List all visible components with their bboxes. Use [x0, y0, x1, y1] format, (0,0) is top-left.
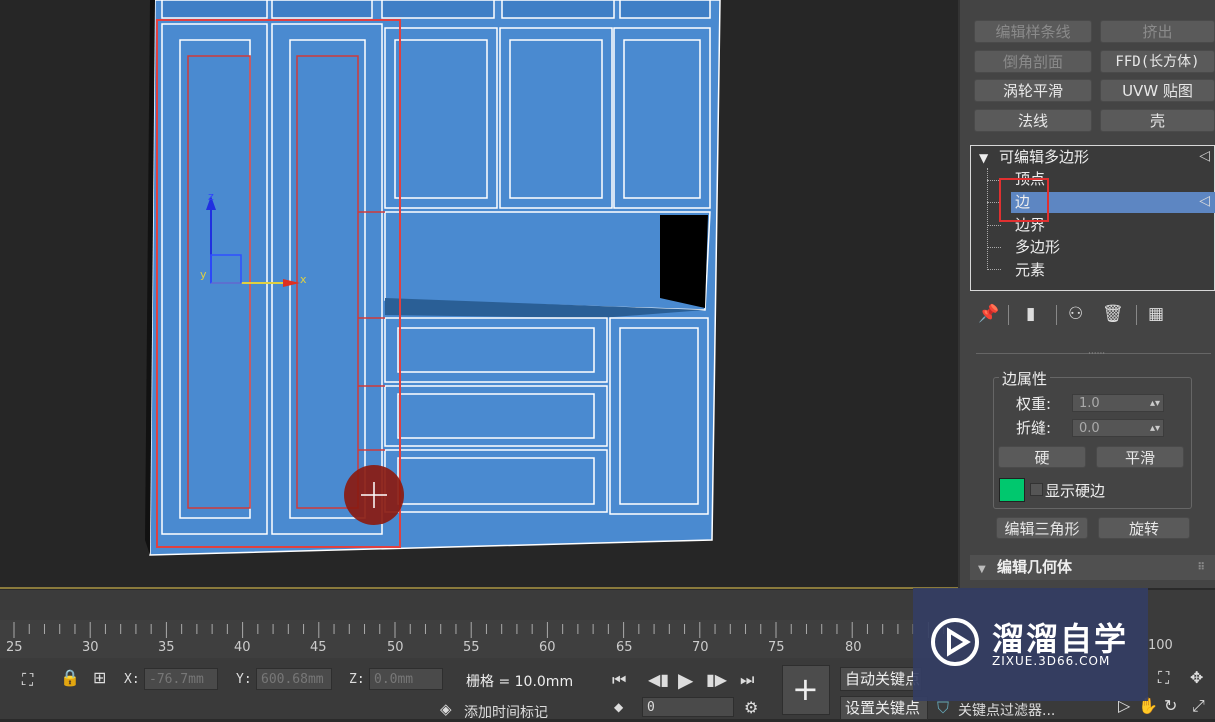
z-coordinate-field[interactable]: 0.0mm: [369, 668, 443, 690]
weight-label: 权重:: [1016, 395, 1052, 413]
tree-branch: [987, 269, 1001, 270]
remove-modifier-icon[interactable]: 🗑: [1102, 304, 1124, 324]
svg-text:z: z: [208, 190, 214, 203]
ruler-label: 50: [387, 640, 404, 655]
x-label: X:: [124, 672, 140, 687]
modifier-button-uvw-map[interactable]: UVW 贴图: [1100, 79, 1215, 102]
ruler-label: 35: [158, 640, 175, 655]
selection-lock-icon[interactable]: ⛶: [22, 670, 33, 690]
key-filters-button[interactable]: 关键点过滤器...: [958, 700, 1055, 720]
watermark-subtitle: ZIXUE.3D66.COM: [992, 654, 1111, 668]
crease-label: 折缝:: [1016, 419, 1052, 437]
orbit-icon[interactable]: ✥: [1190, 668, 1203, 687]
play-icon[interactable]: ▶: [678, 668, 693, 692]
modifier-button-extrude[interactable]: 挤出: [1100, 20, 1215, 43]
ruler-label: 80: [845, 640, 862, 655]
lock-icon[interactable]: 🔒: [60, 668, 80, 687]
go-to-end-icon[interactable]: ⏭: [740, 670, 754, 690]
click-indicator: [344, 465, 404, 525]
y-label: Y:: [236, 672, 252, 687]
ruler-label: 70: [692, 640, 709, 655]
x-coordinate-field[interactable]: -76.7mm: [144, 668, 218, 690]
modifier-button-shell[interactable]: 壳: [1100, 109, 1215, 132]
group-title: 边属性: [999, 368, 1051, 389]
key-filters-icon: ⛉: [937, 698, 950, 717]
stack-root-item[interactable]: ▼ 可编辑多边形: [979, 146, 1089, 168]
turn-button[interactable]: 旋转: [1098, 517, 1190, 539]
y-coordinate-field[interactable]: 600.68mm: [256, 668, 332, 690]
ruler-label: 30: [82, 640, 99, 655]
viewport-border: [0, 587, 958, 589]
go-to-start-icon[interactable]: ⏮: [612, 670, 626, 690]
modifier-button-normal[interactable]: 法线: [974, 109, 1092, 132]
spinner-arrows-icon[interactable]: ▴▾: [1150, 395, 1160, 413]
annotation-highlight-box: [999, 178, 1049, 222]
stack-item-polygon[interactable]: 多边形: [1015, 236, 1060, 258]
crease-spinner[interactable]: 0.0 ▴▾: [1072, 419, 1164, 437]
time-configuration-icon[interactable]: ⚙: [744, 698, 758, 717]
collapse-triangle-icon: ▼: [978, 564, 986, 575]
drag-handle-icon[interactable]: ······: [1088, 349, 1105, 359]
tree-branch: [987, 247, 1001, 248]
drag-grip-icon[interactable]: ⠿: [1197, 555, 1205, 580]
pin-arrow-icon: ◁: [1199, 148, 1210, 164]
pin-arrow-icon: ◁: [1199, 193, 1210, 209]
key-plus-icon: +: [792, 670, 819, 708]
z-label: Z:: [349, 672, 365, 687]
ruler-label: 60: [539, 640, 556, 655]
pin-stack-icon[interactable]: 📌: [978, 304, 999, 324]
ruler-label: 65: [616, 640, 633, 655]
stack-toolbar: 📌 ▮ ⚇ 🗑 ▦: [970, 300, 1215, 330]
make-unique-icon[interactable]: ⚇: [1068, 304, 1083, 324]
auto-key-button[interactable]: 自动关键点: [840, 667, 922, 691]
time-tag-icon[interactable]: ◈: [440, 700, 452, 718]
absolute-mode-icon[interactable]: ⊞: [93, 668, 106, 687]
separator: [1056, 305, 1057, 325]
modifier-button-bevel-profile[interactable]: 倒角剖面: [974, 50, 1092, 73]
ruler-label: 75: [768, 640, 785, 655]
show-hard-edges-checkbox[interactable]: [1030, 483, 1043, 496]
hard-edge-color-swatch[interactable]: [999, 478, 1025, 502]
previous-frame-icon[interactable]: ◀▮: [648, 670, 669, 689]
modifier-button-ffd-box[interactable]: FFD(长方体): [1100, 50, 1215, 73]
tree-branch: [987, 225, 1001, 226]
viewport-canvas[interactable]: z x y: [0, 0, 958, 588]
weight-spinner[interactable]: 1.0 ▴▾: [1072, 394, 1164, 412]
ruler-label: 55: [463, 640, 480, 655]
ruler-label: 40: [234, 640, 251, 655]
ruler-label: 45: [310, 640, 327, 655]
zoom-extents-icon[interactable]: ⛶: [1158, 668, 1169, 688]
track-ruler[interactable]: 25 30 35 40 45 50 55 60 65 70 75 80: [0, 620, 958, 658]
svg-text:y: y: [200, 268, 207, 281]
svg-text:x: x: [300, 273, 307, 286]
arc-rotate-icon[interactable]: ↻: [1164, 696, 1177, 715]
ruler-label: 25: [6, 640, 23, 655]
watermark-logo-icon: [931, 618, 979, 666]
tree-line: [987, 168, 988, 268]
edit-geometry-rollout[interactable]: ▼ 编辑几何体 ⠿: [970, 555, 1215, 580]
next-frame-icon[interactable]: ▮▶: [706, 670, 727, 689]
ruler-label: 100: [1148, 638, 1173, 653]
key-mode-toggle-icon[interactable]: ◆: [614, 700, 623, 714]
configure-sets-icon[interactable]: ▦: [1148, 304, 1164, 324]
smooth-button[interactable]: 平滑: [1096, 446, 1184, 468]
grid-size-text: 栅格 = 10.0mm: [466, 674, 574, 690]
show-hard-edges-label: 显示硬边: [1045, 482, 1106, 500]
hard-button[interactable]: 硬: [998, 446, 1086, 468]
expand-triangle-icon[interactable]: ▼: [979, 151, 988, 165]
edit-triangulation-button[interactable]: 编辑三角形: [996, 517, 1088, 539]
separator: [1136, 305, 1137, 325]
separator: [1008, 305, 1009, 325]
spinner-arrows-icon[interactable]: ▴▾: [1150, 420, 1160, 438]
perspective-viewport[interactable]: z x y: [0, 0, 958, 588]
modifier-button-edit-spline[interactable]: 编辑样条线: [974, 20, 1092, 43]
maximize-viewport-icon[interactable]: ⤢: [1192, 696, 1205, 716]
show-end-result-icon[interactable]: ▮: [1026, 304, 1035, 324]
set-key-button[interactable]: +: [782, 665, 830, 715]
modifier-stack[interactable]: ▼ 可编辑多边形 ◁ 顶点 边 ◁ 边界 多边形 元素: [970, 145, 1215, 291]
stack-item-element[interactable]: 元素: [1015, 259, 1045, 281]
add-time-tag-link[interactable]: 添加时间标记: [464, 702, 548, 722]
modifier-button-turbosmooth[interactable]: 涡轮平滑: [974, 79, 1092, 102]
current-frame-field[interactable]: 0: [642, 697, 734, 717]
